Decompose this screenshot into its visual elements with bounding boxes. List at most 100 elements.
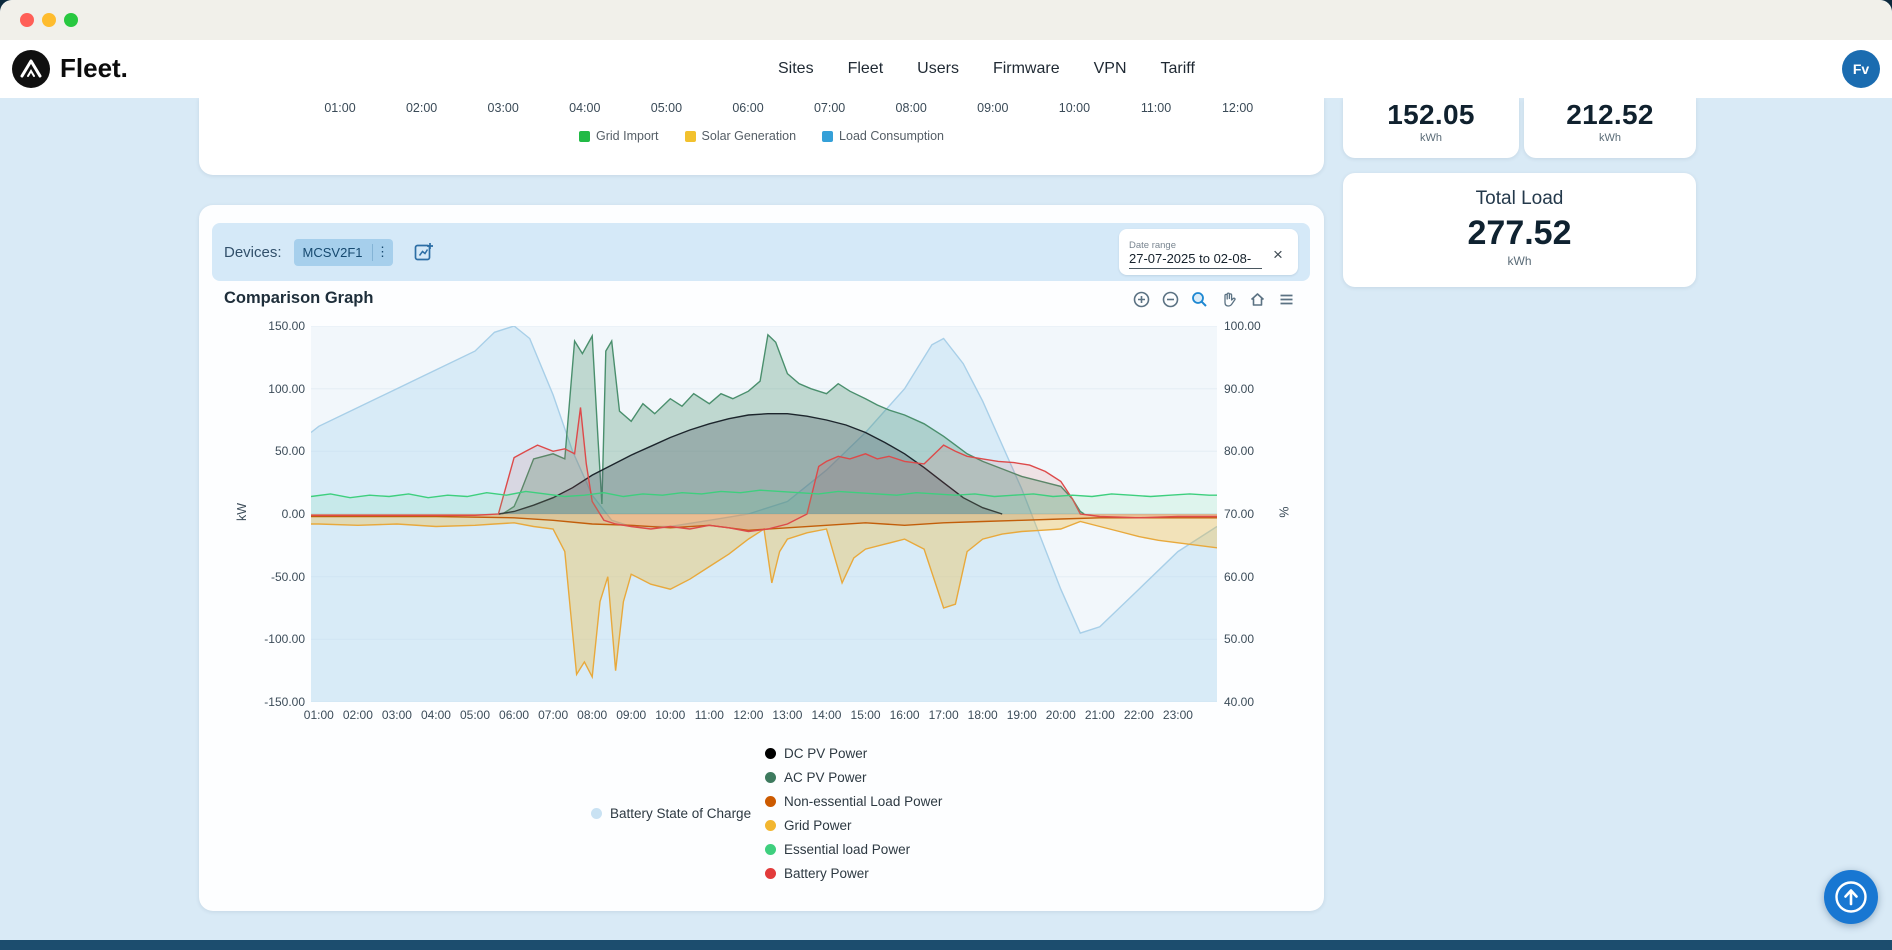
stat-unit: kWh bbox=[1343, 132, 1519, 144]
reset-axes-home-icon[interactable] bbox=[1247, 289, 1267, 309]
x-tick: 04:00 bbox=[421, 708, 451, 722]
top-legend-item[interactable]: Grid Import bbox=[579, 129, 659, 143]
soc-legend-item[interactable]: Battery State of Charge bbox=[591, 801, 751, 825]
x-tick: 06:00 bbox=[499, 708, 529, 722]
stat-card-1: 152.05 kWh bbox=[1343, 98, 1519, 158]
box-zoom-icon[interactable] bbox=[1189, 289, 1209, 309]
left-y-tick: 50.00 bbox=[275, 444, 305, 458]
legend-item[interactable]: Battery Power bbox=[765, 861, 942, 885]
legend-item[interactable]: Essential load Power bbox=[765, 837, 942, 861]
add-device-to-graph-button[interactable] bbox=[409, 237, 439, 267]
top-legend-item[interactable]: Solar Generation bbox=[685, 129, 797, 143]
date-range-box: Date range 27-07-2025 to 02-08- × bbox=[1119, 229, 1298, 275]
left-y-tick: -150.00 bbox=[264, 695, 305, 709]
x-tick: 18:00 bbox=[968, 708, 998, 722]
legend-dot-icon bbox=[765, 844, 776, 855]
close-window-button[interactable] bbox=[20, 13, 34, 27]
nav-item-vpn[interactable]: VPN bbox=[1094, 60, 1127, 78]
legend-dot-icon bbox=[765, 796, 776, 807]
legend-item[interactable]: Battery State of Charge bbox=[591, 801, 751, 825]
date-range-value: 27-07-2025 to 02-08- bbox=[1129, 251, 1262, 269]
top-x-tick: 03:00 bbox=[488, 101, 519, 115]
x-tick: 20:00 bbox=[1046, 708, 1076, 722]
scroll-to-top-button[interactable] bbox=[1824, 870, 1878, 924]
x-tick: 15:00 bbox=[851, 708, 881, 722]
clear-date-button[interactable]: × bbox=[1266, 242, 1290, 266]
left-y-tick: 0.00 bbox=[282, 507, 305, 521]
total-load-title: Total Load bbox=[1343, 188, 1696, 210]
user-avatar[interactable]: Fv bbox=[1842, 50, 1880, 88]
main-nav: Sites Fleet Users Firmware VPN Tariff bbox=[778, 40, 1195, 98]
x-tick: 21:00 bbox=[1085, 708, 1115, 722]
top-x-tick: 08:00 bbox=[896, 101, 927, 115]
page-content: 01:00 02:00 03:00 04:00 05:00 06:00 07:00 08:00… bbox=[0, 98, 1892, 940]
left-y-tick: -50.00 bbox=[271, 570, 305, 584]
right-y-tick: 70.00 bbox=[1224, 507, 1254, 521]
device-control-bar: Devices: MCSV2F1 ⋮ Date range 27-07-2025… bbox=[212, 223, 1310, 281]
nav-item-tariff[interactable]: Tariff bbox=[1161, 60, 1195, 78]
x-tick: 02:00 bbox=[343, 708, 373, 722]
right-y-tick: 80.00 bbox=[1224, 444, 1254, 458]
left-y-tick: 150.00 bbox=[268, 319, 305, 333]
x-tick: 13:00 bbox=[772, 708, 802, 722]
total-load-value: 277.52 bbox=[1343, 214, 1696, 253]
x-tick: 01:00 bbox=[304, 708, 334, 722]
x-tick: 14:00 bbox=[811, 708, 841, 722]
top-x-tick: 12:00 bbox=[1222, 101, 1253, 115]
top-x-tick: 11:00 bbox=[1141, 101, 1171, 115]
zoom-in-icon[interactable] bbox=[1131, 289, 1151, 309]
nav-item-users[interactable]: Users bbox=[917, 60, 959, 78]
legend-item[interactable]: DC PV Power bbox=[765, 741, 942, 765]
total-load-card: Total Load 277.52 kWh bbox=[1343, 173, 1696, 287]
top-legend-item[interactable]: Load Consumption bbox=[822, 129, 944, 143]
comparison-card: Devices: MCSV2F1 ⋮ Date range 27-07-2025… bbox=[199, 205, 1324, 911]
fleet-logo-icon[interactable] bbox=[12, 50, 50, 88]
date-range-input[interactable]: Date range 27-07-2025 to 02-08- bbox=[1129, 240, 1262, 269]
top-x-tick: 07:00 bbox=[814, 101, 845, 115]
zoom-out-icon[interactable] bbox=[1160, 289, 1180, 309]
legend-dot-icon bbox=[765, 772, 776, 783]
x-tick: 16:00 bbox=[890, 708, 920, 722]
chip-menu-icon[interactable]: ⋮ bbox=[373, 244, 393, 260]
x-tick: 08:00 bbox=[577, 708, 607, 722]
x-tick: 11:00 bbox=[695, 708, 724, 722]
top-x-tick: 01:00 bbox=[324, 101, 355, 115]
nav-item-fleet[interactable]: Fleet bbox=[848, 60, 884, 78]
x-tick: 22:00 bbox=[1124, 708, 1154, 722]
legend-item[interactable]: AC PV Power bbox=[765, 765, 942, 789]
comparison-plot-area[interactable] bbox=[311, 326, 1217, 702]
page-footer-strip bbox=[0, 940, 1892, 950]
date-range-label: Date range bbox=[1129, 240, 1262, 251]
chart-menu-icon[interactable] bbox=[1276, 289, 1296, 309]
legend-swatch-icon bbox=[579, 131, 590, 142]
top-x-tick: 04:00 bbox=[569, 101, 600, 115]
nav-item-sites[interactable]: Sites bbox=[778, 60, 814, 78]
right-y-tick: 90.00 bbox=[1224, 382, 1254, 396]
stat-card-2: 212.52 kWh bbox=[1524, 98, 1696, 158]
comparison-graph-title: Comparison Graph bbox=[224, 289, 373, 308]
pan-hand-icon[interactable] bbox=[1218, 289, 1238, 309]
legend-item[interactable]: Non-essential Load Power bbox=[765, 789, 942, 813]
nav-item-firmware[interactable]: Firmware bbox=[993, 60, 1060, 78]
device-chip[interactable]: MCSV2F1 ⋮ bbox=[294, 239, 393, 266]
x-tick: 07:00 bbox=[538, 708, 568, 722]
right-y-tick: 50.00 bbox=[1224, 632, 1254, 646]
total-load-unit: kWh bbox=[1343, 254, 1696, 268]
stat-value: 152.05 bbox=[1343, 99, 1519, 131]
comparison-chart-svg bbox=[311, 326, 1217, 702]
stat-value: 212.52 bbox=[1524, 99, 1696, 131]
legend-swatch-icon bbox=[685, 131, 696, 142]
legend-dot-icon bbox=[765, 820, 776, 831]
zoom-window-button[interactable] bbox=[64, 13, 78, 27]
minimize-window-button[interactable] bbox=[42, 13, 56, 27]
right-axis-title: % bbox=[1278, 506, 1292, 517]
legend-swatch-icon bbox=[822, 131, 833, 142]
top-x-tick: 02:00 bbox=[406, 101, 437, 115]
x-tick: 09:00 bbox=[616, 708, 646, 722]
right-y-tick: 100.00 bbox=[1224, 319, 1261, 333]
x-tick: 23:00 bbox=[1163, 708, 1193, 722]
x-tick: 05:00 bbox=[460, 708, 490, 722]
legend-label: DC PV Power bbox=[784, 746, 867, 761]
right-y-tick: 60.00 bbox=[1224, 570, 1254, 584]
legend-item[interactable]: Grid Power bbox=[765, 813, 942, 837]
